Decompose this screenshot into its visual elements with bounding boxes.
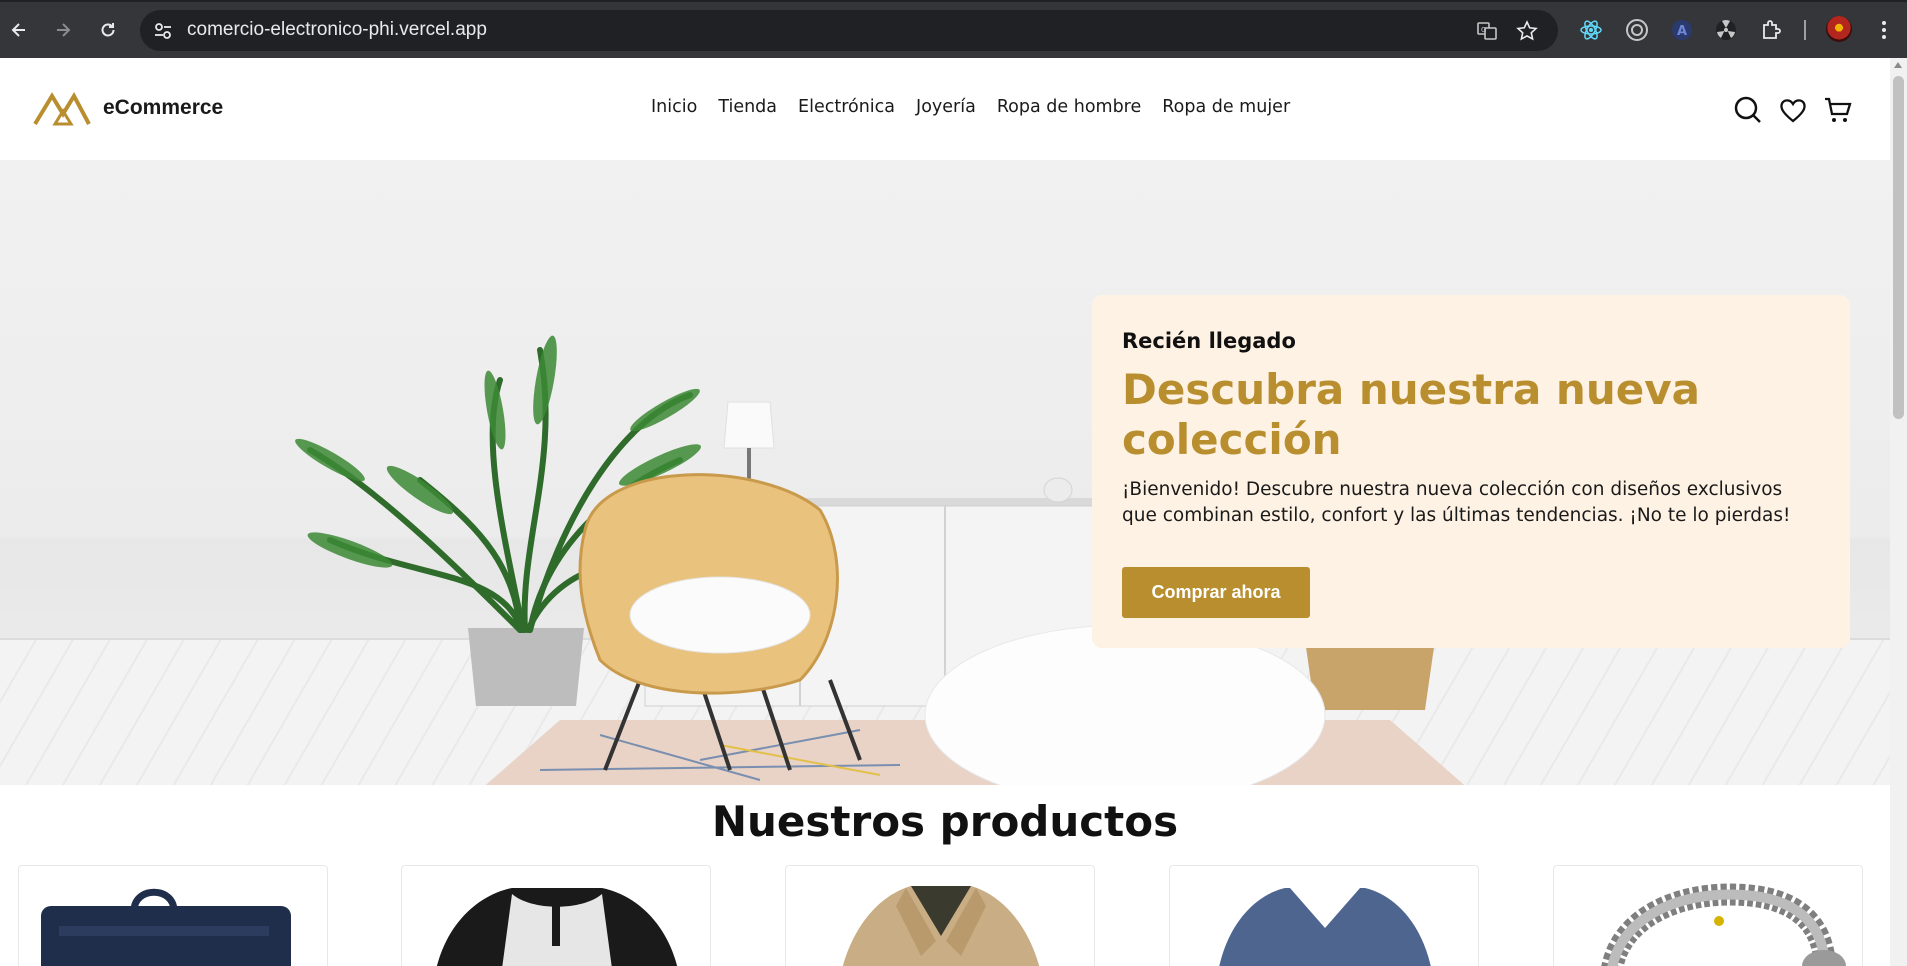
promo-description: ¡Bienvenido! Descubre nuestra nueva cole… xyxy=(1122,479,1791,526)
svg-text:G: G xyxy=(1481,26,1486,34)
react-devtools-icon xyxy=(1580,20,1602,40)
profile-avatar[interactable] xyxy=(1826,16,1852,42)
forward-button[interactable] xyxy=(47,14,79,46)
nav-link-electronica[interactable]: Electrónica xyxy=(798,97,895,117)
promo-card: Recién llegado Descubra nuestra nueva co… xyxy=(1092,295,1850,648)
reload-icon xyxy=(101,23,115,37)
toolbar-separator xyxy=(1804,20,1806,40)
scroll-up-icon[interactable] xyxy=(1894,62,1902,68)
main-nav: Inicio Tienda Electrónica Joyería Ropa d… xyxy=(651,97,1290,117)
search-icon[interactable] xyxy=(1733,95,1763,125)
product-card-jacket[interactable] xyxy=(785,865,1095,966)
extension-a-icon: A xyxy=(1672,20,1692,40)
brand-name[interactable]: eCommerce xyxy=(103,96,223,120)
nav-link-ropa-mujer[interactable]: Ropa de mujer xyxy=(1162,97,1290,117)
shop-now-button[interactable]: Comprar ahora xyxy=(1122,567,1310,618)
nav-link-tienda[interactable]: Tienda xyxy=(718,97,777,117)
heart-icon[interactable] xyxy=(1778,95,1808,125)
promo-eyebrow: Recién llegado xyxy=(1122,329,1296,353)
product-card-raglan-shirt[interactable] xyxy=(401,865,711,966)
promo-headline: Descubra nuestra nueva colección xyxy=(1122,365,1700,464)
reload-button[interactable] xyxy=(92,14,124,46)
forward-icon xyxy=(57,23,71,37)
product-image-raglan-shirt xyxy=(437,888,677,966)
url-text[interactable]: comercio-electronico-phi.vercel.app xyxy=(187,19,487,41)
product-image-dragon-bracelet xyxy=(1601,883,1846,966)
product-card-v-neck-tshirt[interactable] xyxy=(1169,865,1479,966)
extension-radiation-icon xyxy=(1716,20,1736,40)
back-button[interactable] xyxy=(3,14,35,46)
brand-logo-icon[interactable] xyxy=(33,92,91,126)
cart-icon[interactable] xyxy=(1823,95,1853,125)
browser-menu-button[interactable] xyxy=(1871,17,1897,43)
address-bar[interactable]: comercio-electronico-phi.vercel.app G xyxy=(140,10,1558,51)
bookmark-star-icon[interactable] xyxy=(1516,20,1538,42)
product-image-backpack xyxy=(41,888,291,966)
menu-kebab-icon xyxy=(1882,21,1886,39)
nav-link-ropa-hombre[interactable]: Ropa de hombre xyxy=(997,97,1141,117)
react-devtools-extension[interactable] xyxy=(1578,17,1604,43)
nav-link-joyeria[interactable]: Joyería xyxy=(916,97,976,117)
product-card-backpack[interactable] xyxy=(18,865,328,966)
radiation-extension[interactable] xyxy=(1713,17,1739,43)
target-extension[interactable] xyxy=(1624,17,1650,43)
hero-banner: Recién llegado Descubra nuestra nueva co… xyxy=(0,160,1890,785)
product-card-dragon-bracelet[interactable] xyxy=(1553,865,1863,966)
nav-link-inicio[interactable]: Inicio xyxy=(651,97,697,117)
browser-toolbar: comercio-electronico-phi.vercel.app G A xyxy=(0,0,1907,58)
product-image-jacket xyxy=(842,886,1040,966)
tab-strip-edge xyxy=(0,0,1907,2)
product-image-v-neck-tshirt xyxy=(1219,888,1431,966)
back-icon xyxy=(11,23,25,37)
product-grid xyxy=(0,865,1890,966)
extensions-button[interactable] xyxy=(1759,17,1785,43)
products-section-title: Nuestros productos xyxy=(711,797,1179,846)
page-scrollbar[interactable] xyxy=(1890,58,1907,966)
translate-icon[interactable]: G xyxy=(1476,20,1498,42)
extension-target-icon xyxy=(1626,19,1648,41)
site-header: eCommerce Inicio Tienda Electrónica Joye… xyxy=(0,58,1890,160)
a-extension[interactable]: A xyxy=(1669,17,1695,43)
extensions-puzzle-icon xyxy=(1763,20,1781,39)
site-info-icon[interactable] xyxy=(152,20,174,42)
svg-text:A: A xyxy=(1677,24,1687,39)
scrollbar-thumb[interactable] xyxy=(1893,76,1904,419)
